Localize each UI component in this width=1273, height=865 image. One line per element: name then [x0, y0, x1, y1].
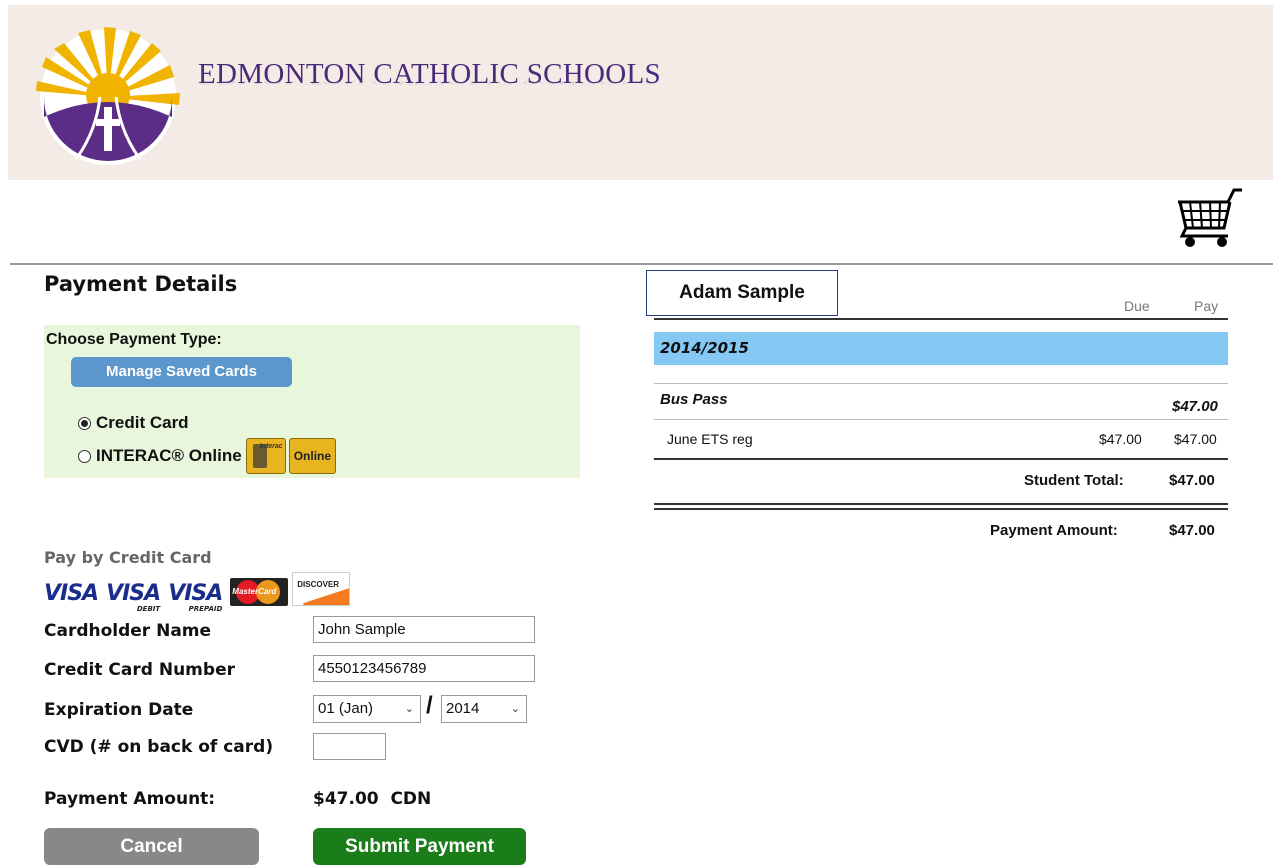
pay-column-header: Pay: [1194, 298, 1219, 314]
header-divider: [10, 263, 1273, 265]
cardholder-name-input[interactable]: John Sample: [313, 616, 535, 643]
cancel-button[interactable]: Cancel: [44, 828, 259, 865]
payment-option-interac[interactable]: INTERAC® Online Interac Online: [78, 438, 337, 474]
visa-logo-icon: VISA: [44, 581, 99, 606]
chevron-down-icon: ⌄: [510, 703, 520, 715]
summary-top-rule: [654, 318, 1228, 320]
payment-amount-label: Payment Amount:: [44, 789, 216, 809]
interac-option-label: INTERAC® Online: [96, 446, 242, 465]
total-double-rule-top: [654, 503, 1228, 505]
credit-card-option-label: Credit Card: [96, 413, 189, 432]
school-title-reflection: EDMONTON CATHOLIC SCHOOLS: [198, 81, 653, 86]
pay-by-credit-card-heading: Pay by Credit Card: [44, 548, 212, 567]
line-item-pay: $47.00: [1174, 431, 1217, 447]
mastercard-logo-icon: MasterCard: [230, 578, 289, 606]
summary-payment-amount-label: Payment Amount:: [990, 522, 1118, 539]
manage-saved-cards-button[interactable]: Manage Saved Cards: [71, 357, 292, 387]
interac-radio[interactable]: [78, 449, 91, 463]
chevron-down-icon: ⌄: [404, 703, 414, 715]
visa-debit-logo-icon: VISA DEBIT: [106, 581, 161, 613]
submit-payment-button[interactable]: Submit Payment: [313, 828, 526, 865]
visa-prepaid-logo-icon: VISA PREPAID: [168, 581, 223, 613]
discover-logo-icon: DISCOVER: [292, 572, 351, 606]
student-total-label: Student Total:: [1024, 472, 1124, 489]
expiry-separator: /: [426, 692, 433, 719]
interac-logo-icon: Interac: [245, 438, 286, 474]
student-name-tab[interactable]: Adam Sample: [646, 270, 838, 316]
credit-card-number-label: Credit Card Number: [44, 660, 235, 680]
student-total-value: $47.00: [1169, 472, 1215, 489]
line-item-due: $47.00: [1099, 431, 1142, 447]
cardholder-name-label: Cardholder Name: [44, 621, 212, 641]
line-item-name: June ETS reg: [667, 431, 753, 447]
school-year-label: 2014/2015: [660, 339, 749, 357]
page-title: Payment Details: [44, 272, 238, 296]
school-title: EDMONTON CATHOLIC SCHOOLS: [198, 58, 661, 90]
category-top-rule: [654, 383, 1228, 384]
accepted-cards-logos: VISA VISA DEBIT VISA PREPAID MasterCard DI…: [44, 572, 351, 613]
school-year-bar: 2014/2015: [654, 332, 1228, 365]
due-column-header: Due: [1124, 298, 1150, 314]
shopping-cart-icon[interactable]: [1176, 186, 1242, 248]
credit-card-number-input[interactable]: 4550123456789: [313, 655, 535, 682]
choose-payment-type-label: Choose Payment Type:: [46, 331, 222, 348]
header-banner: EDMONTON CATHOLIC SCHOOLS EDMONTON CATHO…: [8, 5, 1273, 180]
interac-online-badge: Online: [288, 438, 337, 474]
expiration-date-label: Expiration Date: [44, 700, 194, 720]
school-logo: [36, 27, 180, 165]
category-name: Bus Pass: [660, 391, 728, 408]
category-bottom-rule: [654, 419, 1228, 420]
cvd-label: CVD (# on back of card): [44, 737, 274, 757]
credit-card-radio[interactable]: [78, 416, 91, 430]
payment-option-credit-card[interactable]: Credit Card: [78, 413, 189, 433]
items-bottom-rule: [654, 458, 1228, 460]
cvd-input[interactable]: [313, 733, 386, 760]
payment-amount-value: $47.00 CDN: [313, 789, 432, 809]
total-double-rule-bottom: [654, 508, 1228, 510]
expiry-month-select[interactable]: 01 (Jan) ⌄: [313, 695, 421, 723]
category-amount: $47.00: [1172, 398, 1218, 415]
payment-type-panel: Choose Payment Type: Manage Saved Cards …: [44, 325, 580, 478]
expiry-year-select[interactable]: 2014 ⌄: [441, 695, 527, 723]
summary-payment-amount-value: $47.00: [1169, 522, 1215, 539]
